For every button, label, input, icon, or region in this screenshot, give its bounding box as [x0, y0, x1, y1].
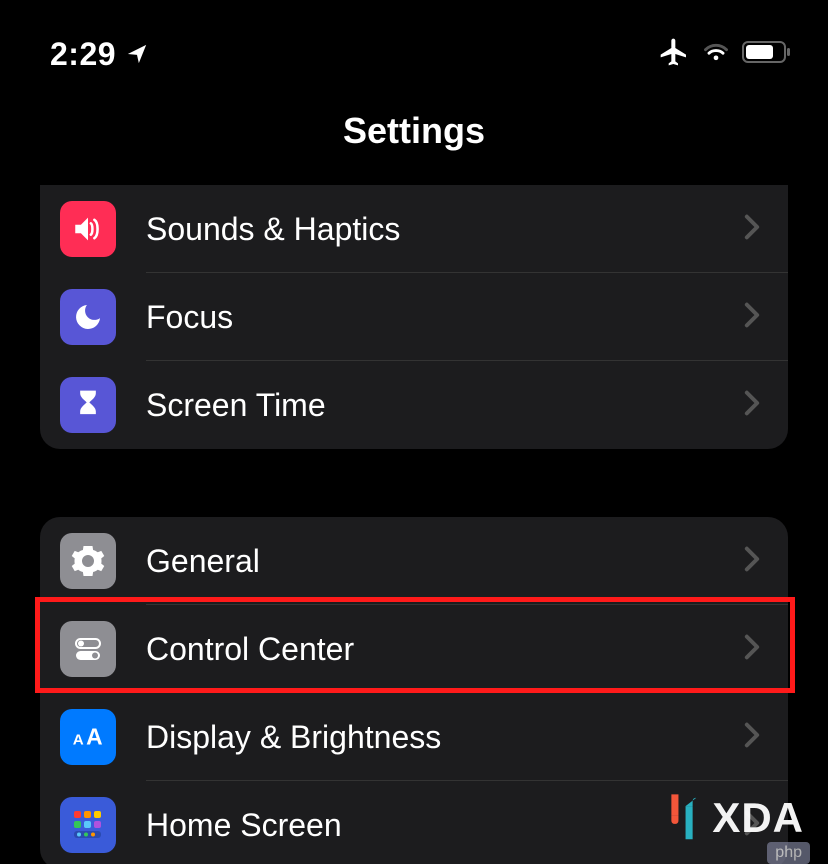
svg-text:A: A: [86, 724, 102, 750]
row-label: Home Screen: [146, 807, 744, 844]
wifi-icon: [702, 40, 730, 69]
chevron-right-icon: [744, 214, 760, 245]
settings-row-sounds-haptics[interactable]: Sounds & Haptics: [40, 185, 788, 273]
page-title: Settings: [0, 110, 828, 152]
row-label: General: [146, 543, 744, 580]
speaker-icon: [60, 201, 116, 257]
row-label: Sounds & Haptics: [146, 211, 744, 248]
gear-icon: [60, 533, 116, 589]
status-time: 2:29: [50, 36, 116, 73]
row-label: Focus: [146, 299, 744, 336]
row-label: Display & Brightness: [146, 719, 744, 756]
chevron-right-icon: [744, 390, 760, 421]
settings-row-control-center[interactable]: Control Center: [40, 605, 788, 693]
xda-logo-icon: [664, 792, 700, 844]
settings-row-display-brightness[interactable]: AA Display & Brightness: [40, 693, 788, 781]
textsize-icon: AA: [60, 709, 116, 765]
airplane-mode-icon: [658, 36, 690, 73]
homegrid-icon: [60, 797, 116, 853]
watermark-text: XDA: [712, 794, 804, 842]
settings-row-focus[interactable]: Focus: [40, 273, 788, 361]
toggles-icon: [60, 621, 116, 677]
battery-icon: [742, 40, 792, 69]
chevron-right-icon: [744, 634, 760, 665]
location-icon: [126, 36, 148, 73]
settings-group-1: Sounds & Haptics Focus Screen Time: [40, 185, 788, 449]
row-label: Control Center: [146, 631, 744, 668]
watermark: XDA: [664, 792, 804, 844]
moon-icon: [60, 289, 116, 345]
chevron-right-icon: [744, 302, 760, 333]
hourglass-icon: [60, 377, 116, 433]
settings-row-screen-time[interactable]: Screen Time: [40, 361, 788, 449]
settings-row-general[interactable]: General: [40, 517, 788, 605]
secondary-watermark: php: [767, 842, 810, 864]
svg-text:A: A: [73, 732, 84, 749]
status-bar: 2:29: [0, 0, 828, 90]
chevron-right-icon: [744, 722, 760, 753]
chevron-right-icon: [744, 546, 760, 577]
row-label: Screen Time: [146, 387, 744, 424]
